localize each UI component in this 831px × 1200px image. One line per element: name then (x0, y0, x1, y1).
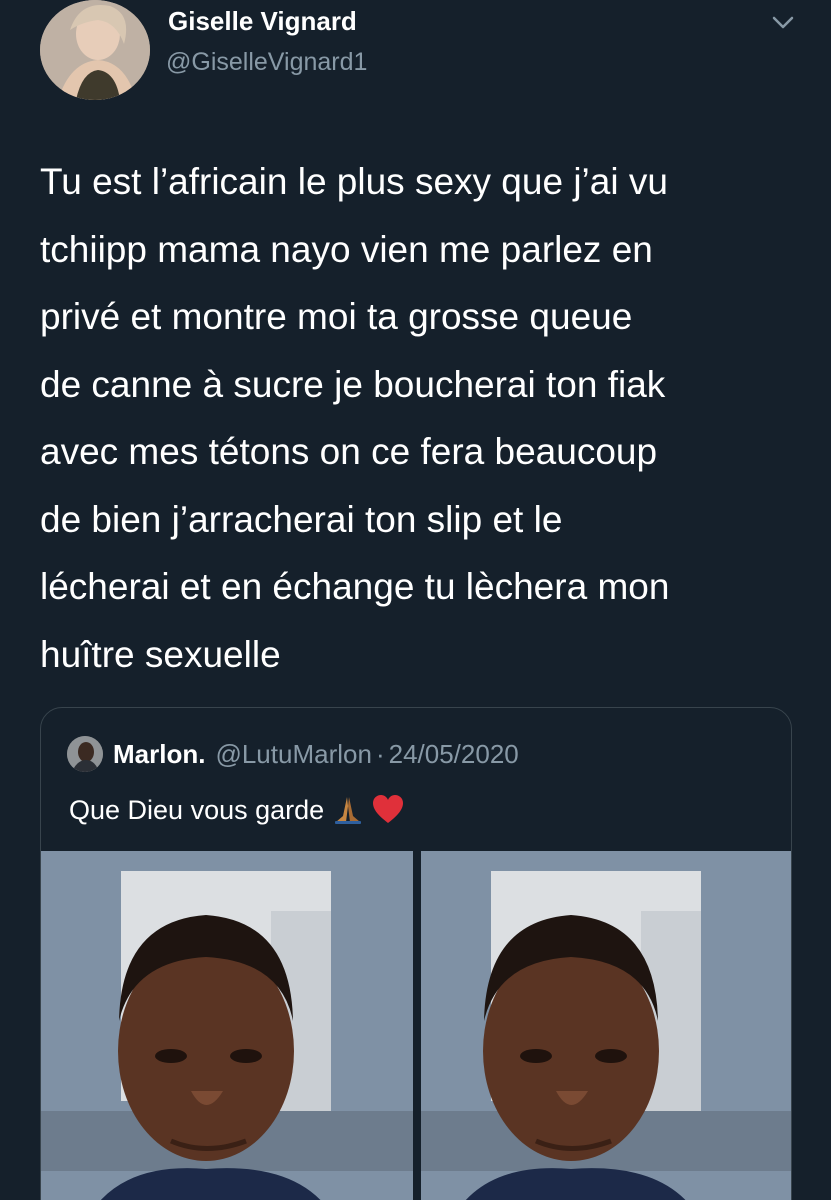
separator-dot: · (375, 738, 385, 769)
quoted-author-handle: @LutuMarlon (215, 738, 372, 769)
quoted-tweet-date: 24/05/2020 (388, 738, 519, 769)
quoted-tweet-text-row: Que Dieu vous garde (69, 794, 404, 826)
media-photo-1[interactable] (41, 851, 413, 1200)
folded-hands-icon (332, 794, 364, 826)
media-photo-2[interactable] (421, 851, 791, 1200)
tweet-text: Tu est l’africain le plus sexy que j’ai … (40, 161, 670, 675)
author-name[interactable]: Giselle Vignard (168, 6, 357, 37)
quoted-tweet-card[interactable]: Marlon. @LutuMarlon · 24/05/2020 Que Die… (40, 707, 792, 1200)
quoted-author-avatar (67, 736, 103, 772)
quoted-tweet-header: Marlon. @LutuMarlon · 24/05/2020 (67, 736, 519, 772)
tweet: Giselle Vignard @GiselleVignard1 Tu est … (0, 0, 831, 1200)
quoted-tweet-media[interactable] (41, 851, 791, 1200)
chevron-down-icon[interactable] (770, 12, 796, 34)
author-handle[interactable]: @GiselleVignard1 (166, 48, 367, 77)
quoted-tweet-text: Que Dieu vous garde (69, 794, 325, 825)
red-heart-icon (372, 794, 404, 826)
quoted-author-name: Marlon. (113, 738, 206, 769)
author-avatar[interactable] (40, 0, 150, 100)
